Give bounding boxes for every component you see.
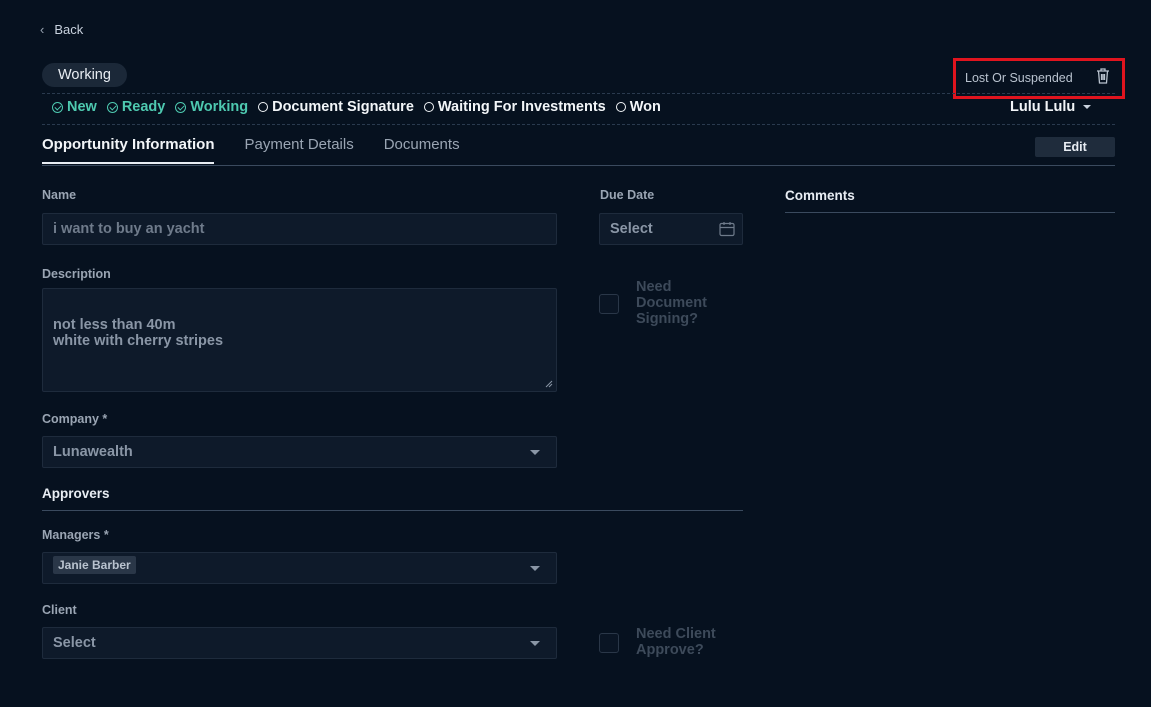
back-link[interactable]: ‹ Back bbox=[40, 22, 83, 37]
caret-down-icon bbox=[530, 641, 540, 646]
name-input[interactable]: i want to buy an yacht bbox=[42, 213, 557, 245]
need-document-signing-label: Need Document Signing? bbox=[636, 279, 707, 327]
description-textarea[interactable]: not less than 40m white with cherry stri… bbox=[42, 288, 557, 392]
divider bbox=[42, 124, 1115, 125]
step-label: Ready bbox=[121, 99, 166, 115]
client-label: Client bbox=[42, 603, 77, 617]
tabs-divider bbox=[42, 165, 1115, 166]
approvers-divider bbox=[42, 510, 743, 511]
name-value: i want to buy an yacht bbox=[53, 221, 205, 237]
step-label: Working bbox=[190, 99, 249, 115]
tab-opportunity-information[interactable]: Opportunity Information bbox=[42, 136, 215, 164]
step-label: Won bbox=[629, 99, 661, 115]
due-date-value: Select bbox=[610, 221, 653, 237]
company-select[interactable]: Lunawealth bbox=[42, 436, 557, 468]
tab-bar: Opportunity Information Payment Details … bbox=[42, 136, 460, 164]
client-value: Select bbox=[53, 635, 96, 651]
description-value: not less than 40m white with cherry stri… bbox=[53, 317, 224, 349]
step-new[interactable]: New bbox=[52, 99, 97, 115]
edit-button[interactable]: Edit bbox=[1035, 137, 1115, 157]
comments-title: Comments bbox=[785, 188, 855, 203]
tab-documents[interactable]: Documents bbox=[384, 136, 460, 164]
managers-label: Managers * bbox=[42, 528, 109, 542]
step-won[interactable]: Won bbox=[615, 99, 661, 115]
status-stepper: New Ready Working Document Signature Wai… bbox=[52, 99, 661, 115]
calendar-icon[interactable] bbox=[718, 220, 736, 238]
back-label: Back bbox=[54, 22, 84, 37]
due-date-label: Due Date bbox=[600, 188, 655, 202]
step-label: Waiting For Investments bbox=[437, 99, 606, 115]
comments-divider bbox=[785, 212, 1115, 213]
trash-icon[interactable] bbox=[1093, 66, 1113, 86]
caret-down-icon bbox=[530, 450, 540, 455]
manager-chip[interactable]: Janie Barber bbox=[53, 556, 136, 574]
user-name: Lulu Lulu bbox=[1010, 99, 1076, 115]
check-circle-icon bbox=[106, 101, 118, 113]
step-working[interactable]: Working bbox=[175, 99, 248, 115]
company-value: Lunawealth bbox=[53, 444, 133, 460]
need-document-signing-checkbox[interactable] bbox=[599, 294, 619, 314]
caret-down-icon bbox=[530, 566, 540, 571]
need-client-approve-checkbox[interactable] bbox=[599, 633, 619, 653]
divider bbox=[42, 93, 1115, 94]
caret-down-icon bbox=[1083, 105, 1092, 109]
description-label: Description bbox=[42, 267, 111, 281]
step-document-signature[interactable]: Document Signature bbox=[258, 99, 414, 115]
circle-icon bbox=[258, 102, 269, 112]
step-label: Document Signature bbox=[272, 99, 414, 115]
check-circle-icon bbox=[52, 101, 63, 113]
chevron-left-icon: ‹ bbox=[40, 22, 45, 37]
client-select[interactable]: Select bbox=[42, 627, 557, 659]
tab-payment-details[interactable]: Payment Details bbox=[244, 136, 353, 164]
check-circle-icon bbox=[175, 101, 187, 113]
circle-icon bbox=[615, 102, 626, 112]
need-client-approve-label: Need Client Approve? bbox=[636, 626, 716, 658]
name-label: Name bbox=[42, 188, 77, 202]
resize-handle-icon[interactable] bbox=[545, 380, 553, 388]
user-menu[interactable]: Lulu Lulu bbox=[1010, 99, 1092, 115]
step-ready[interactable]: Ready bbox=[106, 99, 166, 115]
company-label: Company * bbox=[42, 412, 108, 426]
step-label: New bbox=[67, 99, 97, 115]
circle-icon bbox=[423, 102, 434, 112]
status-badge: Working bbox=[42, 63, 127, 87]
approvers-title: Approvers bbox=[42, 486, 110, 501]
step-waiting-for-investments[interactable]: Waiting For Investments bbox=[423, 99, 606, 115]
lost-or-suspended-button[interactable]: Lost Or Suspended bbox=[965, 71, 1073, 85]
